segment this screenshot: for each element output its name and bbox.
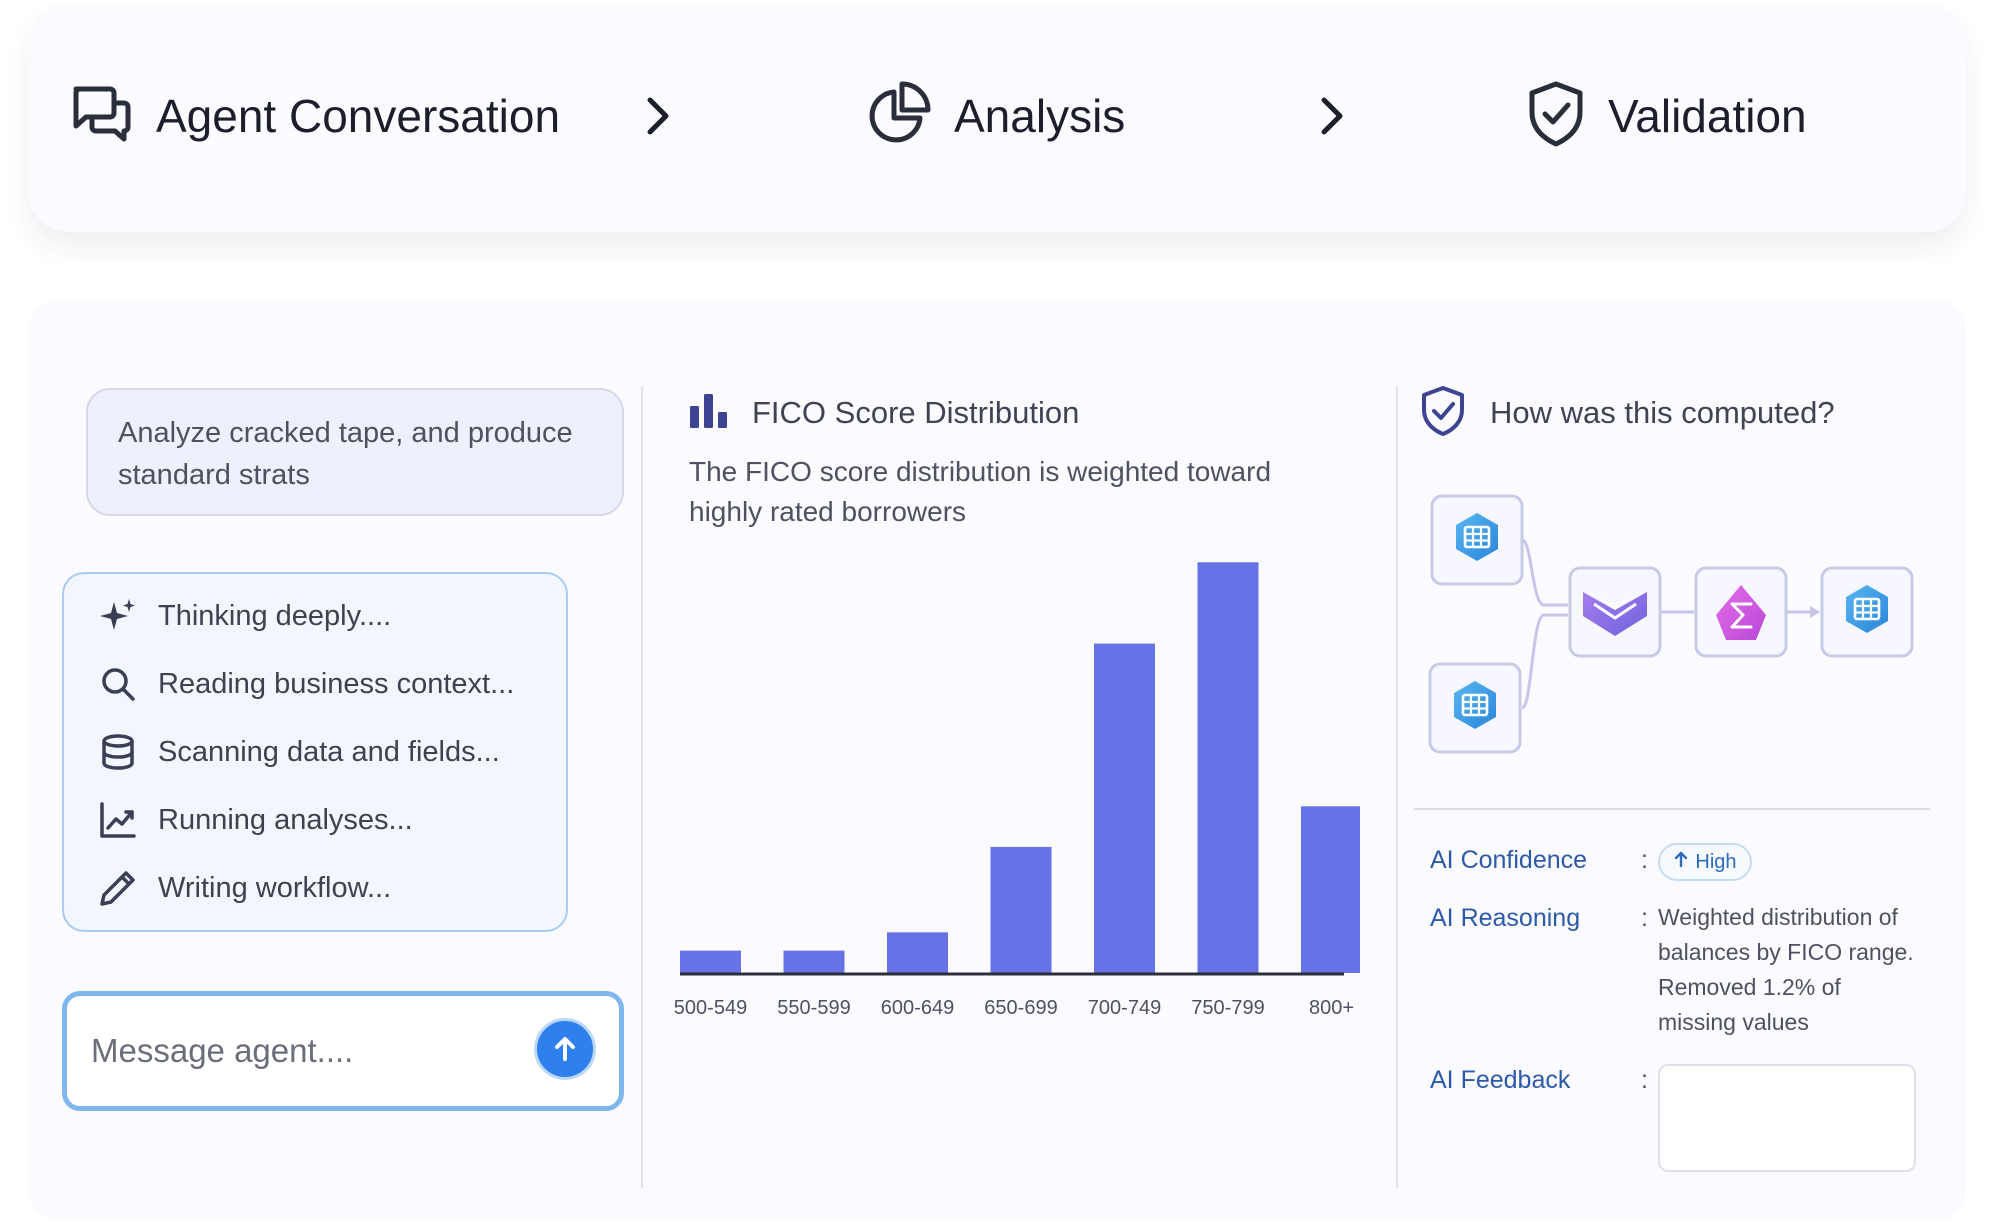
flow-node-input-table-2[interactable] [1428,662,1522,754]
chart-bar-650-699 [990,846,1052,973]
flow-node-input-table-1[interactable] [1430,494,1524,586]
flow-arrowhead [1810,606,1820,618]
status-item-scanning: Scanning data and fields... [98,732,500,772]
confidence-badge: High [1658,843,1752,881]
colon: : [1641,1066,1648,1094]
colon: : [1641,904,1648,932]
x-tick-label: 500-549 [674,997,747,1019]
chart-bar-800+ [1301,806,1360,973]
message-composer [62,991,624,1111]
status-text: Running analyses... [158,803,413,836]
fico-bar-chart: 500-549 550-599 600-649 650-699 700-749 750-7… [674,562,1360,1019]
chart-header: FICO Score Distribution [688,388,1079,438]
ai-feedback-label: AI Feedback [1430,1066,1571,1094]
step-analysis[interactable]: Analysis [864,78,1125,154]
x-tick-label: 600-649 [881,997,954,1019]
status-text: Scanning data and fields... [158,735,500,768]
arrow-up-icon [1673,850,1689,874]
chart-bar-500-549 [680,950,741,973]
x-tick-label: 550-599 [777,997,850,1019]
pencil-icon [98,868,138,908]
pie-chart-icon [864,80,932,153]
x-tick-label: 650-699 [984,997,1057,1019]
column-divider [1396,386,1398,1188]
arrow-up-icon [555,1037,575,1061]
ai-reasoning-text: Weighted distribution of balances by FIC… [1658,904,1914,1035]
section-divider [1414,808,1930,810]
step-validation[interactable]: Validation [1526,78,1807,154]
sparkles-icon [98,596,138,636]
chart-title: FICO Score Distribution [752,395,1080,430]
confidence-value: High [1695,850,1737,873]
computation-flow-diagram [1428,494,1914,754]
status-item-writing: Writing workflow... [98,868,391,908]
flow-node-merge[interactable] [1568,566,1662,658]
database-icon [98,732,138,772]
x-tick-label: 800+ [1309,997,1354,1019]
user-prompt-bubble: Analyze cracked tape, and produce standa… [86,388,624,516]
status-text: Reading business context... [158,667,515,700]
status-item-running: Running analyses... [98,800,413,840]
chat-bubbles-icon [68,81,134,152]
flow-node-output-table[interactable] [1820,566,1914,658]
agent-status-list: Thinking deeply.... Reading business con… [62,572,568,932]
chart-bar-550-599 [783,950,845,973]
step-label: Validation [1608,90,1807,142]
shield-check-icon [1420,385,1466,442]
status-item-reading: Reading business context... [98,664,514,704]
chart-bar-750-799 [1197,562,1259,973]
step-agent-conversation[interactable]: Agent Conversation [68,78,560,154]
status-item-thinking: Thinking deeply.... [98,596,391,636]
chevron-right-icon [1321,97,1343,135]
computation-title: How was this computed? [1490,395,1835,430]
ai-reasoning-label: AI Reasoning [1430,904,1581,932]
bar-chart-icon [688,392,730,435]
message-input[interactable] [91,1018,511,1084]
step-label: Agent Conversation [156,90,561,142]
send-button[interactable] [534,1018,596,1080]
step-label: Analysis [954,90,1126,142]
colon: : [1641,846,1648,874]
column-divider [641,386,643,1188]
status-text: Writing workflow... [158,871,392,904]
chart-bar-600-649 [887,932,948,973]
ai-feedback-input[interactable] [1658,1064,1916,1172]
flow-node-aggregate[interactable] [1694,566,1788,658]
computation-header: How was this computed? [1420,385,1835,438]
status-text: Thinking deeply.... [158,599,392,632]
chart-bar-700-749 [1094,643,1155,973]
ai-confidence-label: AI Confidence [1430,846,1588,874]
search-icon [98,664,138,704]
chart-subtitle: The FICO score distribution is weighted … [689,456,1272,527]
x-tick-label: 750-799 [1191,997,1264,1019]
shield-check-icon [1526,80,1586,153]
x-tick-label: 700-749 [1088,997,1161,1019]
chevron-right-icon [647,97,669,135]
line-chart-icon [98,800,138,840]
